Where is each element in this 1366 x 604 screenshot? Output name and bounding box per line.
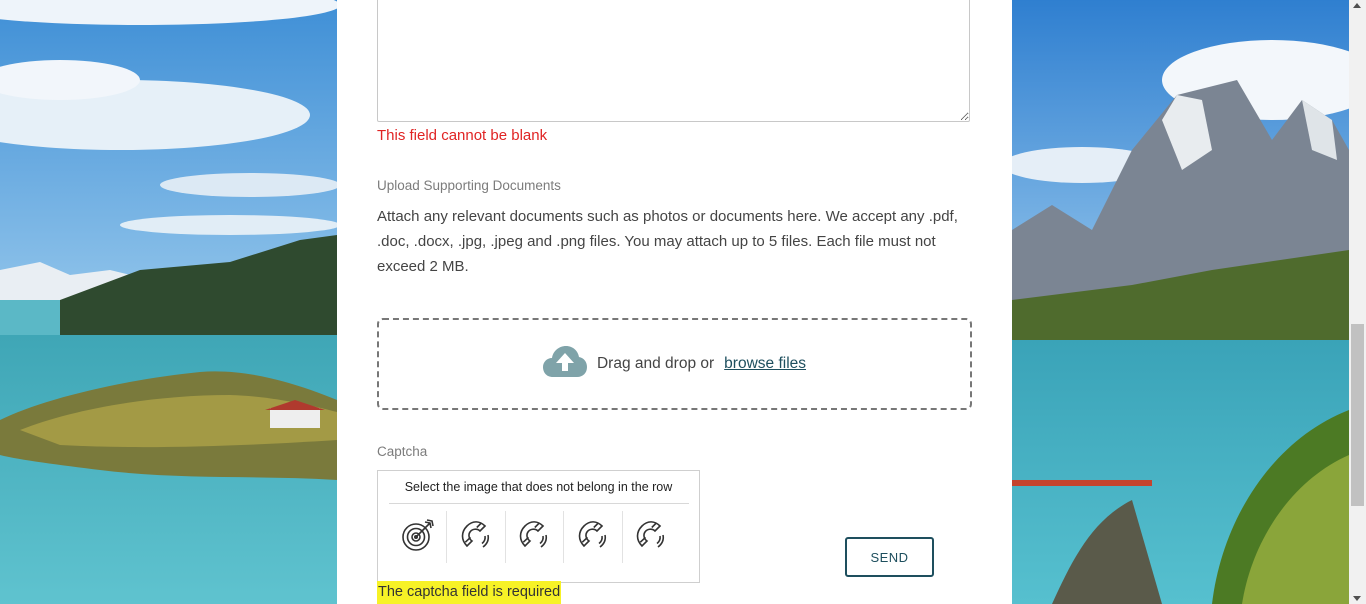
- magnet-icon: [459, 518, 493, 556]
- target-icon: [401, 518, 435, 556]
- captcha-option-1[interactable]: [389, 511, 448, 563]
- dropzone-text: Drag and drop or: [596, 355, 715, 372]
- magnet-icon: [634, 518, 668, 556]
- cloud-upload-icon: [542, 345, 587, 383]
- magnet-icon: [517, 518, 551, 556]
- background-photo-left: [0, 0, 337, 604]
- scroll-up-arrow-icon[interactable]: [1353, 3, 1361, 8]
- captcha-option-2[interactable]: [447, 511, 506, 563]
- send-button[interactable]: SEND: [845, 537, 934, 577]
- background-photo-right: [1012, 0, 1349, 604]
- captcha-options: [389, 511, 689, 563]
- scroll-down-arrow-icon[interactable]: [1353, 596, 1361, 601]
- captcha-option-5[interactable]: [623, 511, 680, 563]
- message-textarea[interactable]: [377, 0, 970, 122]
- captcha-instruction: Select the image that does not belong in…: [404, 480, 673, 494]
- captcha-divider: [389, 503, 689, 504]
- form-panel: This field cannot be blank Upload Suppor…: [337, 0, 1012, 604]
- captcha-error-text: The captcha field is required: [377, 581, 562, 604]
- file-dropzone[interactable]: Drag and drop or browse files: [377, 318, 972, 410]
- scrollbar-thumb[interactable]: [1351, 324, 1364, 506]
- message-error-text: This field cannot be blank: [377, 127, 548, 144]
- page-scrollbar[interactable]: [1349, 0, 1366, 604]
- captcha-option-4[interactable]: [564, 511, 623, 563]
- magnet-icon: [576, 518, 610, 556]
- captcha-label: Captcha: [377, 444, 428, 459]
- upload-label: Upload Supporting Documents: [377, 178, 561, 193]
- captcha-option-3[interactable]: [506, 511, 565, 563]
- upload-description: Attach any relevant documents such as ph…: [377, 208, 958, 275]
- captcha-widget: Select the image that does not belong in…: [377, 470, 700, 583]
- browse-files-link[interactable]: browse files: [724, 355, 806, 373]
